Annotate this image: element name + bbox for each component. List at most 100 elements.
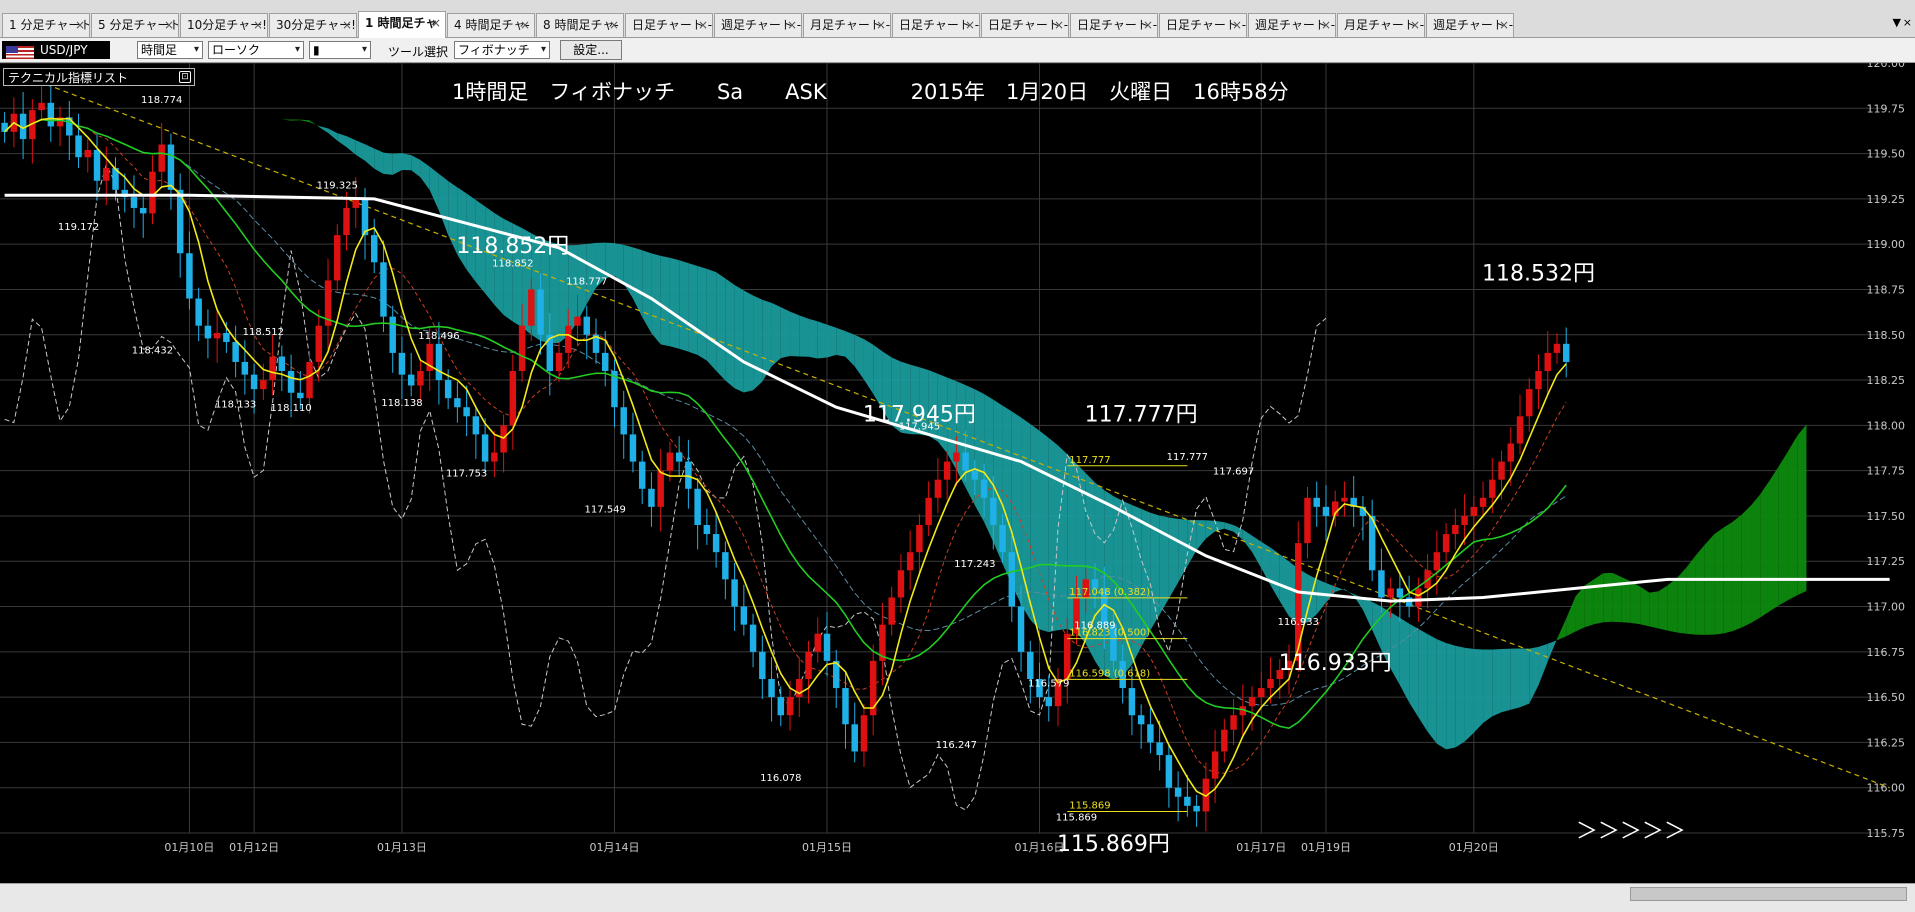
close-icon[interactable]: × [1054,14,1064,37]
y-tick-label: 115.75 [1867,827,1906,840]
tab-2[interactable]: 5 分足チャート × [91,13,179,37]
y-tick-label: 116.75 [1867,646,1906,659]
ichimoku-cloud-segment [1741,505,1752,628]
close-icon[interactable]: × [520,14,530,37]
close-icon[interactable]: × [431,12,441,35]
price-label: 116.933 [1278,617,1319,628]
ichimoku-cloud-segment [854,334,864,380]
tab-5[interactable]: 1 時間足チャ × [358,11,446,38]
close-icon[interactable]: × [253,14,263,37]
tab-16[interactable]: 月足チャート - × [1337,13,1425,37]
ichimoku-cloud-segment [632,247,643,318]
close-icon[interactable]: × [342,14,352,37]
candle-body [555,352,563,371]
ichimoku-cloud-segment [743,290,754,393]
candle-body [472,416,480,435]
technical-indicator-list[interactable]: テクニカル指標リスト ⊡ [3,68,195,86]
ichimoku-cloud-segment [1630,581,1641,625]
close-icon[interactable]: × [164,14,174,37]
chart-area[interactable]: 120.00 119.75 119.50 119.25 119.00 118.75 118.… [0,63,1915,883]
tab-3[interactable]: 10分足チャー! × [180,13,268,37]
tab-7[interactable]: 8 時間足チャ- × [536,13,624,37]
tab-11[interactable]: 日足チャート - × [892,13,980,37]
tab-label: 8 時間足チャ- [543,18,619,32]
candle-body [980,479,988,498]
ichimoku-cloud-segment [1787,435,1798,601]
x-tick-label: 01月13日 [377,841,427,854]
ichimoku-cloud-segment [780,307,791,359]
y-tick-label: 117.75 [1867,465,1906,478]
candle-body [1498,461,1505,480]
close-icon[interactable]: × [1499,14,1509,37]
candle-body [417,371,424,386]
tab-15[interactable]: 週足チャート - × [1248,13,1336,37]
tab-4[interactable]: 30分足チャー! × [269,13,357,37]
price-label: 118.774 [141,95,182,106]
candle-body [407,374,415,386]
candle-style-select[interactable]: ▮ ▾ [309,41,371,59]
ichimoku-cloud-segment [291,119,301,121]
candle-body [685,461,692,489]
tab-9[interactable]: 週足チャート - × [714,13,802,37]
close-icon[interactable]: × [1410,14,1420,37]
ichimoku-cloud-segment [1677,567,1687,634]
tab-menu-icon[interactable]: ▼ [1893,16,1901,29]
close-icon[interactable]: × [1321,14,1331,37]
close-icon[interactable]: × [787,14,797,37]
close-icon[interactable]: × [876,14,886,37]
candle-body [435,343,443,381]
ichimoku-cloud-segment [1187,519,1197,567]
close-icon[interactable]: × [75,14,85,37]
tab-8[interactable]: 日足チャート - × [625,13,713,37]
settings-button[interactable]: 設定... [560,40,622,60]
ichimoku-cloud-segment [1483,649,1493,723]
ichimoku-cloud-segment [1704,534,1715,635]
close-icon[interactable]: × [698,14,708,37]
ichimoku-cloud-segment [1510,648,1521,710]
chart-kind-select[interactable]: ローソク ▾ [208,41,304,59]
horizontal-scrollbar-thumb[interactable] [1630,887,1907,901]
tab-10[interactable]: 月足チャート - × [803,13,891,37]
tab-bar-close-icon[interactable]: × [1903,16,1912,29]
candle-body [343,207,350,236]
candle-body [731,579,738,607]
fib-level-label: 115.869 [1069,800,1110,811]
tab-1[interactable]: 1 分足チャート × [2,13,90,37]
close-icon[interactable]: × [1232,14,1242,37]
candle-body [463,407,470,417]
symbol-selector[interactable]: USD/JPY [2,41,110,59]
tool-value: フィボナッチ [458,43,530,57]
candle-body [130,197,138,208]
tab-17[interactable]: 週足チャート - × [1426,13,1514,37]
tab-13[interactable]: 日足チャート - × [1070,13,1158,37]
tab-12[interactable]: 日足チャート - × [981,13,1069,37]
ichimoku-cloud-segment [1520,648,1530,708]
tool-select[interactable]: フィボナッチ ▾ [454,41,550,59]
price-annotation: 118.852円 [456,234,569,259]
ichimoku-cloud-segment [1224,522,1234,532]
ichimoku-cloud-segment [1751,494,1761,623]
timeframe-select[interactable]: 時間足 ▾ [137,41,203,59]
tool-select-label: ツール選択 [388,45,449,59]
candle-body [712,534,720,553]
timeframe-value: 時間足 [141,43,178,57]
candle-body [657,470,664,507]
window-icon[interactable]: ⊡ [179,71,191,83]
price-chart[interactable]: 120.00 119.75 119.50 119.25 119.00 118.75 118.… [0,63,1915,883]
ichimoku-cloud-segment [328,128,338,141]
candle-body [38,102,45,111]
close-icon[interactable]: × [1143,14,1153,37]
ichimoku-cloud-segment [1205,520,1216,539]
tab-6[interactable]: 4 時間足チャ- × [447,13,535,37]
candle-body [1535,371,1542,390]
tab-14[interactable]: 日足チャート - × [1159,13,1247,37]
price-annotation: 118.532円 [1482,261,1595,286]
candle-body [1313,497,1320,507]
candle-body [962,452,969,471]
candle-body [1165,755,1173,788]
ichimoku-cloud-segment [1473,648,1484,733]
candle-body [334,235,341,281]
candle-body [953,452,960,462]
close-icon[interactable]: × [609,14,619,37]
close-icon[interactable]: × [965,14,975,37]
